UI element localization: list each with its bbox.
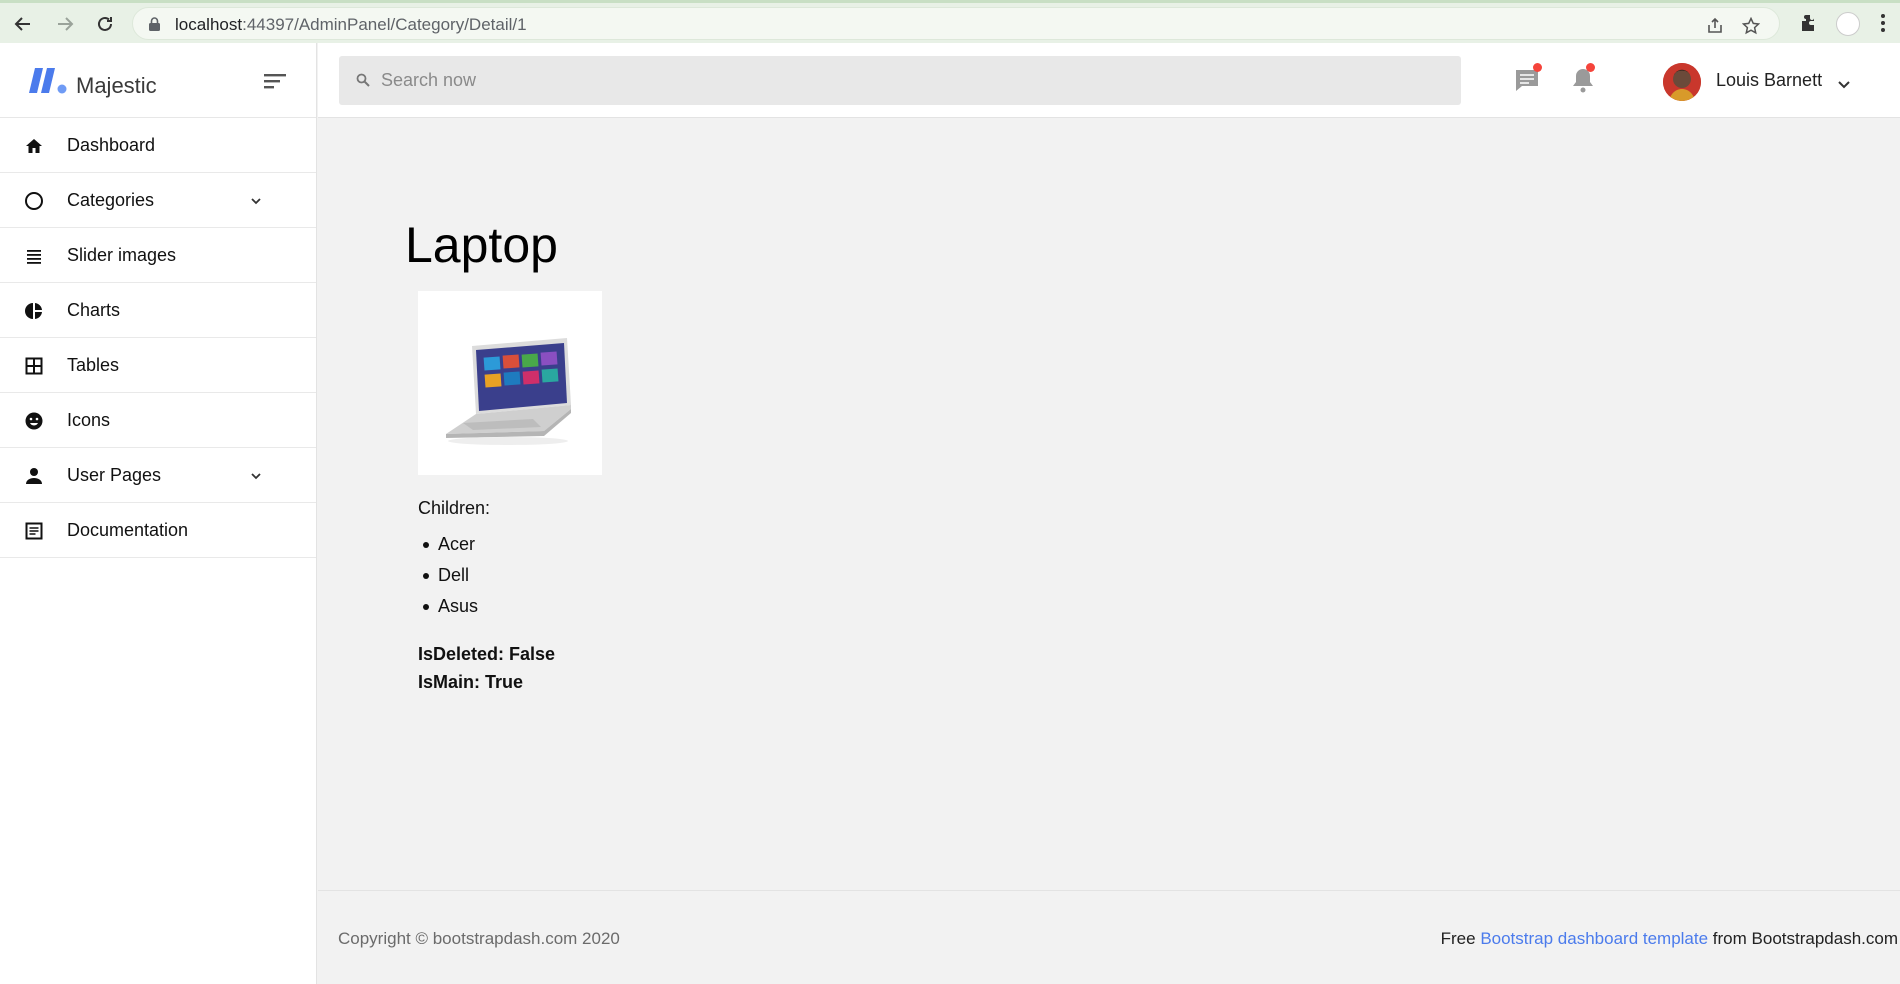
chevron-down-icon	[251, 198, 261, 205]
children-label: Children:	[418, 498, 491, 518]
forward-icon[interactable]	[52, 11, 78, 37]
sidebar-menu: Dashboard Categories Slider images Chart…	[0, 118, 316, 558]
laptop-image-icon	[446, 338, 571, 445]
credit-text: Free Bootstrap dashboard template from B…	[1441, 929, 1898, 949]
majestic-logo-icon[interactable]	[25, 65, 69, 95]
extensions-icon[interactable]	[1797, 12, 1821, 36]
url-text: localhost:44397/AdminPanel/Category/Deta…	[175, 15, 527, 34]
credit-suffix: from Bootstrapdash.com	[1708, 929, 1898, 948]
sidebar-item-tables[interactable]: Tables	[0, 338, 316, 393]
bootstrap-template-link[interactable]: Bootstrap dashboard template	[1480, 929, 1708, 948]
sidebar-item-slider-images[interactable]: Slider images	[0, 228, 316, 283]
user-icon	[23, 465, 45, 487]
menu-toggle-icon[interactable]	[262, 71, 288, 91]
top-navbar: Louis Barnett	[318, 43, 1900, 118]
profile-icon[interactable]	[1836, 12, 1860, 36]
footer: Copyright © bootstrapdash.com 2020 Free …	[318, 890, 1900, 984]
copyright-text: Copyright © bootstrapdash.com 2020	[338, 929, 620, 948]
children-list: Acer Dell Asus	[418, 534, 478, 627]
home-icon	[23, 135, 45, 157]
search-input[interactable]	[381, 56, 1441, 105]
messages-badge	[1533, 63, 1542, 72]
chevron-down-icon	[251, 473, 261, 480]
sidebar-item-dashboard[interactable]: Dashboard	[0, 118, 316, 173]
bookmark-star-icon[interactable]	[1741, 16, 1761, 36]
is-deleted-text: IsDeleted: False	[418, 644, 556, 664]
notifications-button[interactable]	[1568, 63, 1598, 95]
sidebar-item-documentation[interactable]: Documentation	[0, 503, 316, 558]
list-icon	[23, 245, 45, 267]
chevron-down-icon[interactable]	[1836, 76, 1852, 92]
sidebar-item-label: Documentation	[67, 520, 189, 540]
pie-chart-icon	[23, 300, 45, 322]
sidebar-item-label: User Pages	[67, 465, 162, 485]
more-menu-icon[interactable]	[1880, 12, 1890, 36]
sidebar-item-categories[interactable]: Categories	[0, 173, 316, 228]
search-box	[339, 56, 1461, 105]
page-title: Laptop	[405, 217, 558, 273]
search-icon	[356, 73, 370, 87]
user-avatar-icon	[1663, 63, 1701, 101]
list-item: Acer	[418, 534, 478, 565]
browser-toolbar: localhost:44397/AdminPanel/Category/Deta…	[0, 0, 1900, 43]
messages-button[interactable]	[1512, 63, 1542, 95]
list-item: Dell	[418, 565, 478, 596]
sidebar-item-user-pages[interactable]: User Pages	[0, 448, 316, 503]
avatar[interactable]	[1663, 63, 1701, 101]
list-item: Asus	[418, 596, 478, 627]
circle-icon	[23, 190, 45, 212]
sidebar-item-label: Charts	[67, 300, 121, 320]
credit-prefix: Free	[1440, 929, 1481, 948]
sidebar-item-label: Tables	[67, 355, 120, 375]
sidebar-item-label: Icons	[67, 410, 111, 430]
sidebar-item-charts[interactable]: Charts	[0, 283, 316, 338]
sidebar-item-label: Slider images	[67, 245, 177, 265]
smiley-icon	[23, 410, 45, 432]
reload-icon[interactable]	[92, 11, 118, 37]
brand-header: Majestic	[0, 43, 316, 118]
grid-icon	[23, 355, 45, 377]
is-main-text: IsMain: True	[418, 672, 524, 692]
username[interactable]: Louis Barnett	[1716, 70, 1822, 91]
back-icon[interactable]	[10, 11, 36, 37]
lock-icon	[149, 17, 160, 31]
sidebar-item-label: Categories	[67, 190, 155, 210]
notifications-badge	[1586, 63, 1595, 72]
sidebar-item-label: Dashboard	[67, 135, 156, 155]
sidebar-item-icons[interactable]: Icons	[0, 393, 316, 448]
category-image	[418, 291, 602, 475]
document-icon	[23, 520, 45, 542]
address-bar[interactable]: localhost:44397/AdminPanel/Category/Deta…	[132, 7, 1780, 40]
share-icon[interactable]	[1705, 16, 1725, 36]
main-content: Laptop Children: Acer Dell Asus IsDelete…	[318, 118, 1900, 890]
brand-name[interactable]: Majestic	[76, 73, 157, 99]
sidebar: Majestic Dashboard Categories Slider ima…	[0, 43, 317, 984]
